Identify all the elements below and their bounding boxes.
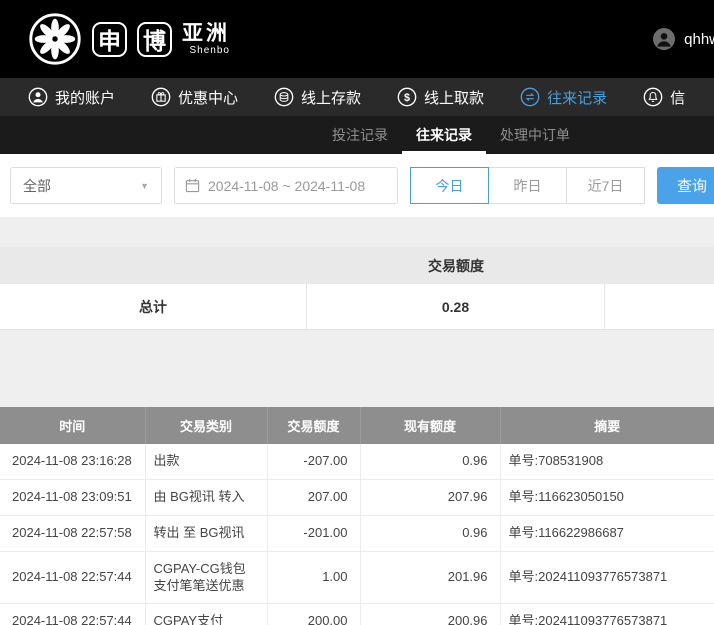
cell-summary: 单号:202411093776573871 xyxy=(500,604,714,625)
nav-item-my-account[interactable]: 我的账户 xyxy=(28,87,115,108)
cell-type: 转出 至 BG视讯 xyxy=(145,515,267,551)
gift-icon xyxy=(151,87,171,107)
logo-char-bo: 博 xyxy=(137,22,172,57)
cell-balance: 207.96 xyxy=(360,479,500,515)
date-range-picker[interactable]: 2024-11-08 ~ 2024-11-08 xyxy=(174,167,398,204)
nav-item-online-deposit[interactable]: 线上存款 xyxy=(274,87,361,108)
tab-betting-records[interactable]: 投注记录 xyxy=(318,116,402,154)
main-nav: 我的账户 优惠中心 线上存款 $ 线上取款 往来记录 xyxy=(0,78,714,116)
search-button[interactable]: 查询 xyxy=(657,167,714,204)
sub-nav: 投注记录 往来记录 处理中订单 xyxy=(0,116,714,154)
cell-summary: 单号:116623050150 xyxy=(500,479,714,515)
logo-region-cn: 亚洲 xyxy=(182,22,230,45)
lotus-flower-logo-icon xyxy=(28,12,82,66)
cell-type: CGPAY-CG钱包支付笔笔送优惠 xyxy=(145,551,267,604)
records-table: 时间 交易类别 交易额度 现有额度 摘要 2024-11-08 23:16:28… xyxy=(0,407,714,625)
table-row: 2024-11-08 23:16:28 出款 -207.00 0.96 单号:7… xyxy=(0,444,714,479)
tab-processing-orders[interactable]: 处理中订单 xyxy=(486,116,584,154)
summary-header-label: 交易额度 xyxy=(307,256,605,276)
cell-balance: 200.96 xyxy=(360,604,500,625)
transfer-records-icon xyxy=(520,87,540,107)
logo-char-shen: 申 xyxy=(92,22,127,57)
logo-region: 亚洲 Shenbo xyxy=(182,22,230,56)
svg-text:$: $ xyxy=(404,92,410,104)
table-header-row: 时间 交易类别 交易额度 现有额度 摘要 xyxy=(0,407,714,444)
nav-item-messages[interactable]: 信 xyxy=(643,87,685,108)
chevron-down-icon: ▼ xyxy=(140,181,149,191)
user-icon xyxy=(28,87,48,107)
col-header-time: 时间 xyxy=(0,407,145,444)
summary-section: 交易额度 总计 0.28 xyxy=(0,247,714,330)
cell-summary: 单号:116622986687 xyxy=(500,515,714,551)
col-header-type: 交易类别 xyxy=(145,407,267,444)
summary-total-value: 0.28 xyxy=(307,284,605,329)
cell-balance: 0.96 xyxy=(360,515,500,551)
section-spacer xyxy=(0,217,714,247)
cell-summary: 单号:202411093776573871 xyxy=(500,551,714,604)
nav-label: 我的账户 xyxy=(55,87,115,108)
user-account-button[interactable]: qhhw xyxy=(652,27,714,51)
type-filter-select[interactable]: 全部 ▼ xyxy=(10,167,162,204)
date-range-value: 2024-11-08 ~ 2024-11-08 xyxy=(208,178,365,194)
yesterday-button[interactable]: 昨日 xyxy=(488,167,567,204)
col-header-balance: 现有额度 xyxy=(360,407,500,444)
cell-type: 由 BG视讯 转入 xyxy=(145,479,267,515)
cell-time: 2024-11-08 22:57:44 xyxy=(0,604,145,625)
cell-amount: 1.00 xyxy=(267,551,360,604)
tab-transaction-records[interactable]: 往来记录 xyxy=(402,116,486,154)
table-row: 2024-11-08 22:57:58 转出 至 BG视讯 -201.00 0.… xyxy=(0,515,714,551)
summary-total-row: 总计 0.28 xyxy=(0,284,714,330)
nav-item-promotions[interactable]: 优惠中心 xyxy=(151,87,238,108)
bell-icon xyxy=(643,87,663,107)
table-row: 2024-11-08 22:57:44 CGPAY支付 200.00 200.9… xyxy=(0,604,714,625)
last-7-days-button[interactable]: 近7日 xyxy=(566,167,645,204)
cell-time: 2024-11-08 22:57:58 xyxy=(0,515,145,551)
cell-time: 2024-11-08 23:16:28 xyxy=(0,444,145,479)
summary-header-row: 交易额度 xyxy=(0,247,714,284)
cell-type: CGPAY支付 xyxy=(145,604,267,625)
username-label: qhhw xyxy=(684,31,714,48)
today-button[interactable]: 今日 xyxy=(410,167,489,204)
cell-amount: 200.00 xyxy=(267,604,360,625)
col-header-summary: 摘要 xyxy=(500,407,714,444)
quick-date-button-group: 今日 昨日 近7日 xyxy=(410,167,645,204)
cell-amount: 207.00 xyxy=(267,479,360,515)
cell-amount: -201.00 xyxy=(267,515,360,551)
cell-time: 2024-11-08 23:09:51 xyxy=(0,479,145,515)
logo-region-en: Shenbo xyxy=(190,45,230,56)
type-filter-value: 全部 xyxy=(23,176,51,196)
summary-empty-cell xyxy=(605,284,714,329)
nav-label: 往来记录 xyxy=(547,87,607,108)
cell-type: 出款 xyxy=(145,444,267,479)
cell-balance: 201.96 xyxy=(360,551,500,604)
cell-time: 2024-11-08 22:57:44 xyxy=(0,551,145,604)
nav-item-transaction-records[interactable]: 往来记录 xyxy=(520,87,607,108)
deposit-coins-icon xyxy=(274,87,294,107)
nav-label: 线上取款 xyxy=(424,87,484,108)
nav-item-online-withdrawal[interactable]: $ 线上取款 xyxy=(397,87,484,108)
section-spacer-2 xyxy=(0,330,714,407)
col-header-amount: 交易额度 xyxy=(267,407,360,444)
nav-label: 优惠中心 xyxy=(178,87,238,108)
cell-amount: -207.00 xyxy=(267,444,360,479)
records-table-body: 2024-11-08 23:16:28 出款 -207.00 0.96 单号:7… xyxy=(0,444,714,625)
user-avatar-icon xyxy=(652,27,676,51)
cell-summary: 单号:708531908 xyxy=(500,444,714,479)
summary-total-label: 总计 xyxy=(0,284,307,329)
cell-balance: 0.96 xyxy=(360,444,500,479)
site-logo[interactable]: 申 博 亚洲 Shenbo xyxy=(28,12,230,66)
nav-label: 信 xyxy=(670,87,685,108)
top-header: 申 博 亚洲 Shenbo qhhw xyxy=(0,0,714,78)
filter-bar: 全部 ▼ 2024-11-08 ~ 2024-11-08 今日 昨日 近7日 查… xyxy=(0,154,714,217)
withdraw-dollar-icon: $ xyxy=(397,87,417,107)
table-row: 2024-11-08 22:57:44 CGPAY-CG钱包支付笔笔送优惠 1.… xyxy=(0,551,714,604)
nav-label: 线上存款 xyxy=(301,87,361,108)
table-row: 2024-11-08 23:09:51 由 BG视讯 转入 207.00 207… xyxy=(0,479,714,515)
calendar-icon xyxy=(185,178,200,193)
